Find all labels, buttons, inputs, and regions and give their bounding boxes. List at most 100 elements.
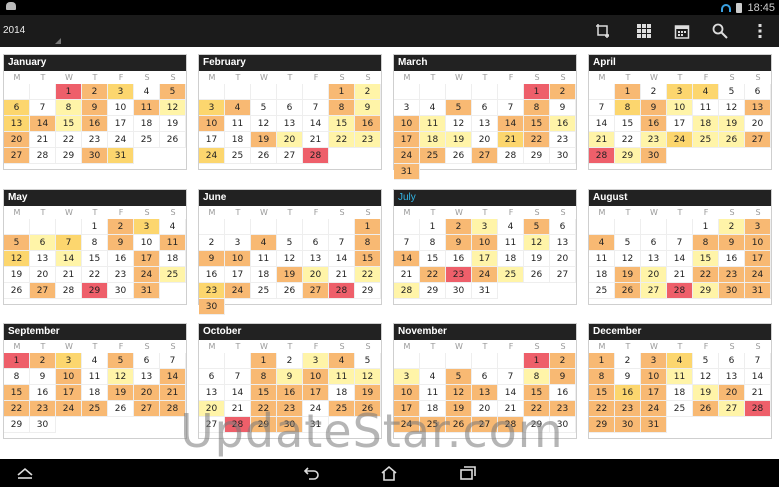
day-cell[interactable]: 16 bbox=[30, 385, 56, 401]
month-may[interactable]: May M T W T F S S 1 2 3 4 5 6 7 8 9 10 11 12 13 14 15 16 17 18 19 2… bbox=[3, 189, 187, 305]
day-cell[interactable]: 19 bbox=[524, 251, 550, 267]
day-cell[interactable]: 17 bbox=[394, 401, 420, 417]
day-cell[interactable]: 12 bbox=[446, 385, 472, 401]
day-cell[interactable]: 29 bbox=[589, 417, 615, 433]
day-cell[interactable]: 20 bbox=[472, 401, 498, 417]
day-cell[interactable]: 20 bbox=[550, 251, 576, 267]
day-cell[interactable]: 6 bbox=[134, 353, 160, 369]
day-cell[interactable]: 23 bbox=[550, 401, 576, 417]
day-cell[interactable]: 27 bbox=[719, 401, 745, 417]
day-cell[interactable]: 2 bbox=[199, 235, 225, 251]
day-cell[interactable]: 31 bbox=[134, 283, 160, 299]
day-cell[interactable]: 1 bbox=[4, 353, 30, 369]
day-cell[interactable]: 8 bbox=[693, 235, 719, 251]
day-cell[interactable]: 4 bbox=[589, 235, 615, 251]
day-cell[interactable]: 24 bbox=[641, 401, 667, 417]
day-cell[interactable]: 31 bbox=[108, 148, 134, 164]
month-september[interactable]: September M T W T F S S 1 2 3 4 5 6 7 8 9 10 11 12 13 14 15 16 1… bbox=[3, 323, 187, 439]
day-cell[interactable]: 4 bbox=[251, 235, 277, 251]
month-march[interactable]: March M T W T F S S 1 2 3 4 5 6 7 8 9 10 11 12 13 14 15 16 17 18 1… bbox=[393, 54, 577, 180]
day-cell[interactable]: 26 bbox=[615, 283, 641, 299]
day-cell[interactable]: 2 bbox=[108, 219, 134, 235]
day-cell[interactable]: 25 bbox=[160, 267, 186, 283]
month-august[interactable]: August M T W T F S S 1 2 3 4 5 6 7 8 9 10 11 12 13 14 15 16 17 18… bbox=[588, 189, 772, 305]
day-cell[interactable]: 8 bbox=[355, 235, 381, 251]
month-july[interactable]: July M T W T F S S 1 2 3 4 5 6 7 8 9 10 11 12 13 14 15 16 17 18 19… bbox=[393, 189, 577, 305]
day-cell[interactable]: 22 bbox=[420, 267, 446, 283]
day-cell[interactable]: 11 bbox=[667, 369, 693, 385]
day-cell[interactable]: 13 bbox=[472, 116, 498, 132]
day-cell[interactable]: 1 bbox=[615, 84, 641, 100]
day-cell[interactable]: 26 bbox=[251, 148, 277, 164]
day-cell[interactable]: 14 bbox=[56, 251, 82, 267]
day-cell[interactable]: 1 bbox=[251, 353, 277, 369]
day-cell[interactable]: 26 bbox=[524, 267, 550, 283]
day-cell[interactable]: 20 bbox=[199, 401, 225, 417]
day-cell[interactable]: 4 bbox=[134, 84, 160, 100]
day-cell[interactable]: 11 bbox=[225, 116, 251, 132]
day-cell[interactable]: 13 bbox=[472, 385, 498, 401]
day-cell[interactable]: 20 bbox=[30, 267, 56, 283]
day-cell[interactable]: 21 bbox=[56, 267, 82, 283]
day-cell[interactable]: 23 bbox=[719, 267, 745, 283]
day-cell[interactable]: 5 bbox=[4, 235, 30, 251]
back-icon[interactable] bbox=[303, 465, 321, 481]
day-cell[interactable]: 25 bbox=[82, 401, 108, 417]
day-cell[interactable]: 24 bbox=[667, 132, 693, 148]
day-cell[interactable]: 30 bbox=[550, 417, 576, 433]
day-cell[interactable]: 18 bbox=[160, 251, 186, 267]
day-cell[interactable]: 12 bbox=[446, 116, 472, 132]
day-cell[interactable]: 22 bbox=[329, 132, 355, 148]
day-cell[interactable]: 21 bbox=[589, 132, 615, 148]
day-cell[interactable]: 11 bbox=[134, 100, 160, 116]
day-cell[interactable]: 20 bbox=[641, 267, 667, 283]
overflow-menu-icon[interactable] bbox=[752, 23, 768, 39]
day-cell[interactable]: 25 bbox=[225, 148, 251, 164]
day-cell[interactable]: 18 bbox=[134, 116, 160, 132]
day-cell[interactable]: 15 bbox=[82, 251, 108, 267]
day-cell[interactable]: 1 bbox=[329, 84, 355, 100]
day-cell[interactable]: 28 bbox=[329, 283, 355, 299]
day-cell[interactable]: 12 bbox=[160, 100, 186, 116]
day-cell[interactable]: 6 bbox=[199, 369, 225, 385]
day-cell[interactable]: 7 bbox=[303, 100, 329, 116]
month-april[interactable]: April M T W T F S S 1 2 3 4 5 6 7 8 9 10 11 12 13 14 15 16 17 18 1… bbox=[588, 54, 772, 170]
day-cell[interactable]: 17 bbox=[225, 267, 251, 283]
day-cell[interactable]: 15 bbox=[420, 251, 446, 267]
day-cell[interactable]: 30 bbox=[615, 417, 641, 433]
day-cell[interactable]: 25 bbox=[420, 148, 446, 164]
day-cell[interactable]: 19 bbox=[719, 116, 745, 132]
day-cell[interactable]: 29 bbox=[82, 283, 108, 299]
day-cell[interactable]: 29 bbox=[4, 417, 30, 433]
day-cell[interactable]: 5 bbox=[355, 353, 381, 369]
day-cell[interactable]: 3 bbox=[641, 353, 667, 369]
day-cell[interactable]: 13 bbox=[641, 251, 667, 267]
day-cell[interactable]: 28 bbox=[498, 417, 524, 433]
month-june[interactable]: June M T W T F S S 1 2 3 4 5 6 7 8 9 10 11 12 13 14 15 16 17 18 19… bbox=[198, 189, 382, 315]
day-cell[interactable]: 20 bbox=[472, 132, 498, 148]
day-cell[interactable]: 4 bbox=[667, 353, 693, 369]
day-cell[interactable]: 6 bbox=[30, 235, 56, 251]
day-cell[interactable]: 4 bbox=[225, 100, 251, 116]
day-cell[interactable]: 11 bbox=[251, 251, 277, 267]
day-cell[interactable]: 8 bbox=[56, 100, 82, 116]
day-cell[interactable]: 9 bbox=[108, 235, 134, 251]
day-cell[interactable]: 1 bbox=[524, 353, 550, 369]
day-cell[interactable]: 16 bbox=[550, 116, 576, 132]
day-cell[interactable]: 15 bbox=[329, 116, 355, 132]
day-cell[interactable]: 13 bbox=[30, 251, 56, 267]
day-cell[interactable]: 7 bbox=[589, 100, 615, 116]
day-cell[interactable]: 14 bbox=[160, 369, 186, 385]
day-cell[interactable]: 24 bbox=[394, 148, 420, 164]
day-cell[interactable]: 25 bbox=[693, 132, 719, 148]
day-cell[interactable]: 15 bbox=[693, 251, 719, 267]
day-cell[interactable]: 19 bbox=[615, 267, 641, 283]
day-cell[interactable]: 27 bbox=[472, 148, 498, 164]
day-cell[interactable]: 24 bbox=[394, 417, 420, 433]
day-cell[interactable]: 20 bbox=[719, 385, 745, 401]
day-cell[interactable]: 4 bbox=[329, 353, 355, 369]
day-cell[interactable]: 30 bbox=[719, 283, 745, 299]
day-cell[interactable]: 25 bbox=[498, 267, 524, 283]
day-cell[interactable]: 5 bbox=[108, 353, 134, 369]
day-cell[interactable]: 22 bbox=[251, 401, 277, 417]
